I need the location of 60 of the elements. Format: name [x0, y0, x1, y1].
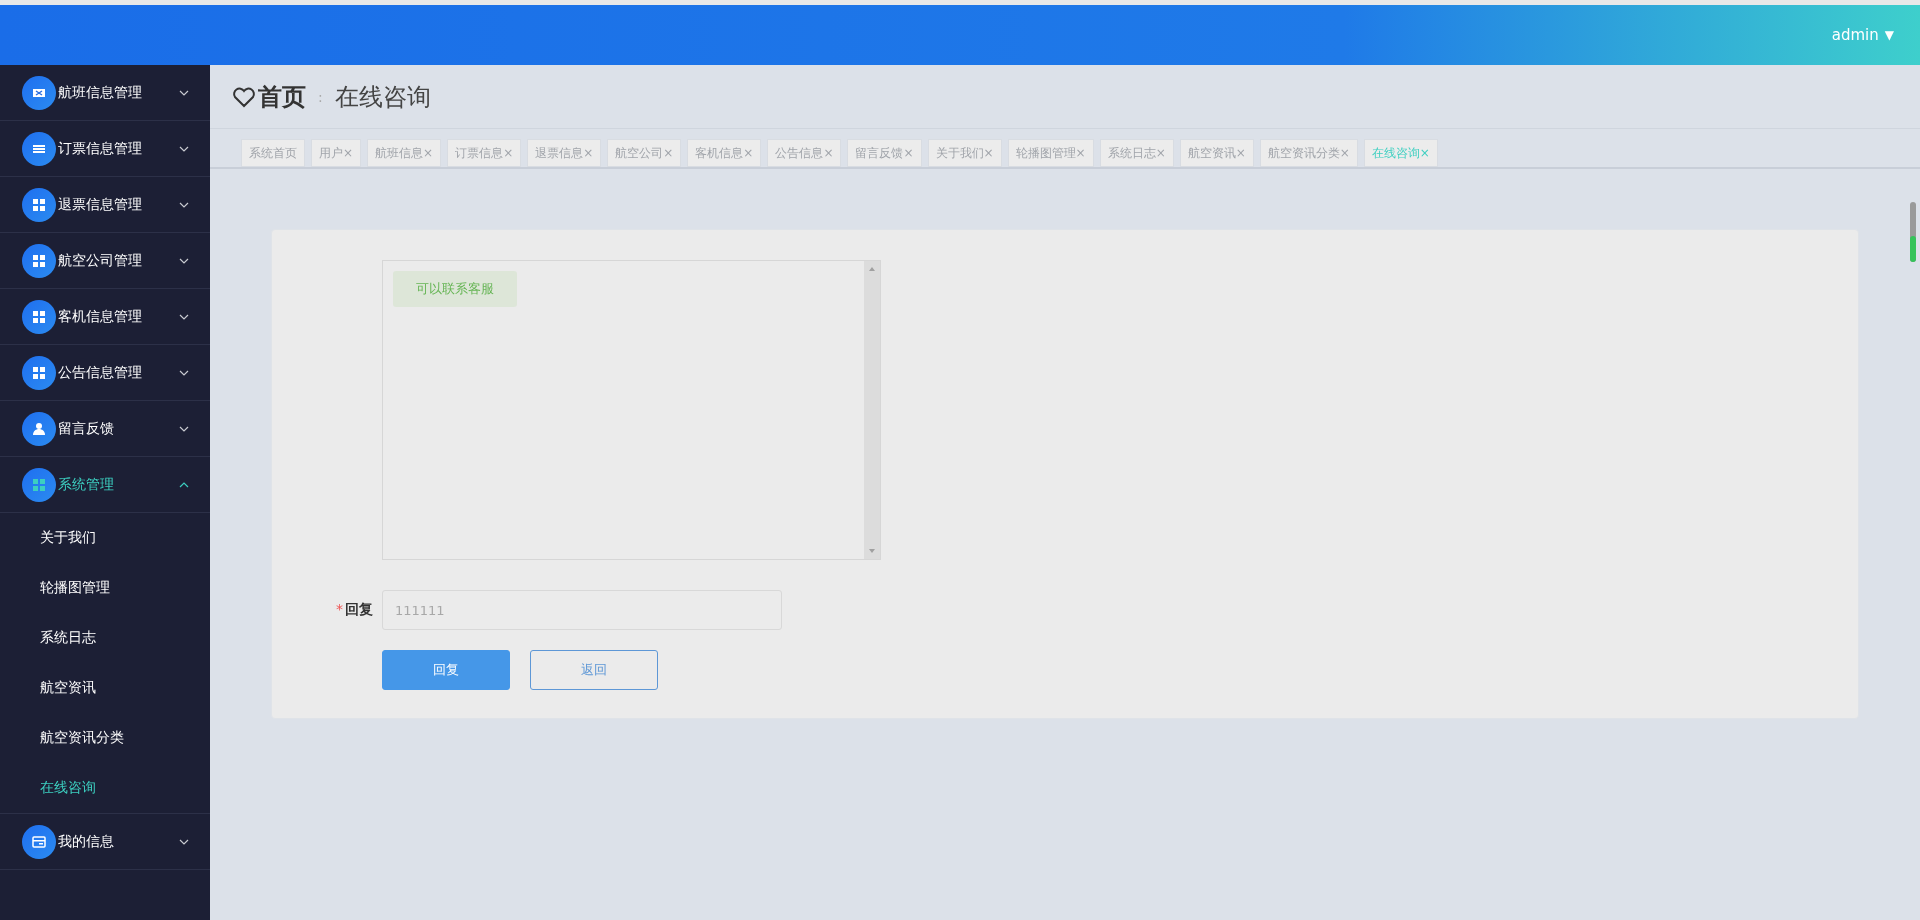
- tab[interactable]: 用户×: [311, 139, 362, 167]
- menu-label: 公告信息管理: [58, 363, 143, 382]
- breadcrumb-separator: :: [318, 88, 323, 105]
- grid-icon: [22, 355, 56, 390]
- menu-label: 我的信息: [58, 832, 115, 851]
- breadcrumb-home[interactable]: 首页: [258, 80, 306, 113]
- submenu-item[interactable]: 航空资讯: [0, 663, 210, 713]
- ticket-icon: [22, 75, 56, 110]
- submenu-item[interactable]: 航空资讯分类: [0, 713, 210, 763]
- menu-label: 系统管理: [58, 475, 115, 494]
- card-icon: [22, 824, 56, 859]
- submenu-item[interactable]: 关于我们: [0, 513, 210, 563]
- menu-label: 退票信息管理: [58, 195, 143, 214]
- submenu-item[interactable]: 在线咨询: [0, 763, 210, 813]
- reply-input[interactable]: 111111: [382, 590, 782, 630]
- tab[interactable]: 退票信息×: [527, 139, 602, 167]
- tab[interactable]: 轮播图管理×: [1007, 139, 1094, 167]
- tab[interactable]: 在线咨询×: [1363, 139, 1438, 167]
- tab[interactable]: 留言反馈×: [847, 139, 922, 167]
- tab[interactable]: 公告信息×: [767, 139, 842, 167]
- tab[interactable]: 航空资讯分类×: [1259, 139, 1358, 167]
- heart-icon: [232, 85, 256, 108]
- submenu-item[interactable]: 轮播图管理: [0, 563, 210, 613]
- tab[interactable]: 航班信息×: [367, 139, 442, 167]
- sidebar-item[interactable]: 公告信息管理: [0, 345, 210, 401]
- sidebar-item[interactable]: 我的信息: [0, 814, 210, 870]
- scrollbar-drawing[interactable]: [1910, 202, 1916, 262]
- menu-label: 客机信息管理: [58, 307, 143, 326]
- breadcrumb-current: 在线咨询: [334, 81, 431, 113]
- menu-label: 航空公司管理: [58, 251, 143, 270]
- menu-label: 订票信息管理: [58, 139, 143, 158]
- sidebar-item[interactable]: 留言反馈: [0, 401, 210, 457]
- sidebar-item[interactable]: 航空公司管理: [0, 233, 210, 289]
- sidebar-item[interactable]: 退票信息管理: [0, 177, 210, 233]
- submenu-item[interactable]: 系统日志: [0, 613, 210, 663]
- tab[interactable]: 航空资讯×: [1179, 139, 1254, 167]
- tab[interactable]: 系统首页: [241, 139, 305, 167]
- sidebar-item[interactable]: 航班信息管理: [0, 65, 210, 121]
- list-icon: [22, 131, 56, 166]
- tab[interactable]: 订票信息×: [447, 139, 522, 167]
- sidebar-item[interactable]: 系统管理: [0, 457, 210, 513]
- tab[interactable]: 系统日志×: [1099, 139, 1174, 167]
- grid-icon: [22, 467, 56, 502]
- field-label: *回复: [335, 601, 374, 619]
- chat-message: 可以联系客服: [393, 271, 517, 307]
- menu-label: 航班信息管理: [58, 83, 143, 102]
- reply-button[interactable]: 回复: [382, 650, 510, 690]
- caret-icon[interactable]: ▼: [1884, 28, 1894, 42]
- user-name[interactable]: admin: [1831, 26, 1879, 44]
- menu-label: 留言反馈: [58, 419, 115, 438]
- sidebar-item[interactable]: 客机信息管理: [0, 289, 210, 345]
- tab[interactable]: 航空公司×: [607, 139, 682, 167]
- grid-icon: [22, 243, 56, 278]
- grid-icon: [22, 299, 56, 334]
- tab[interactable]: 客机信息×: [687, 139, 762, 167]
- sidebar-item[interactable]: 订票信息管理: [0, 121, 210, 177]
- grid-icon: [22, 187, 56, 222]
- back-button[interactable]: 返回: [530, 650, 658, 690]
- tab[interactable]: 关于我们×: [927, 139, 1002, 167]
- user-icon: [22, 411, 56, 446]
